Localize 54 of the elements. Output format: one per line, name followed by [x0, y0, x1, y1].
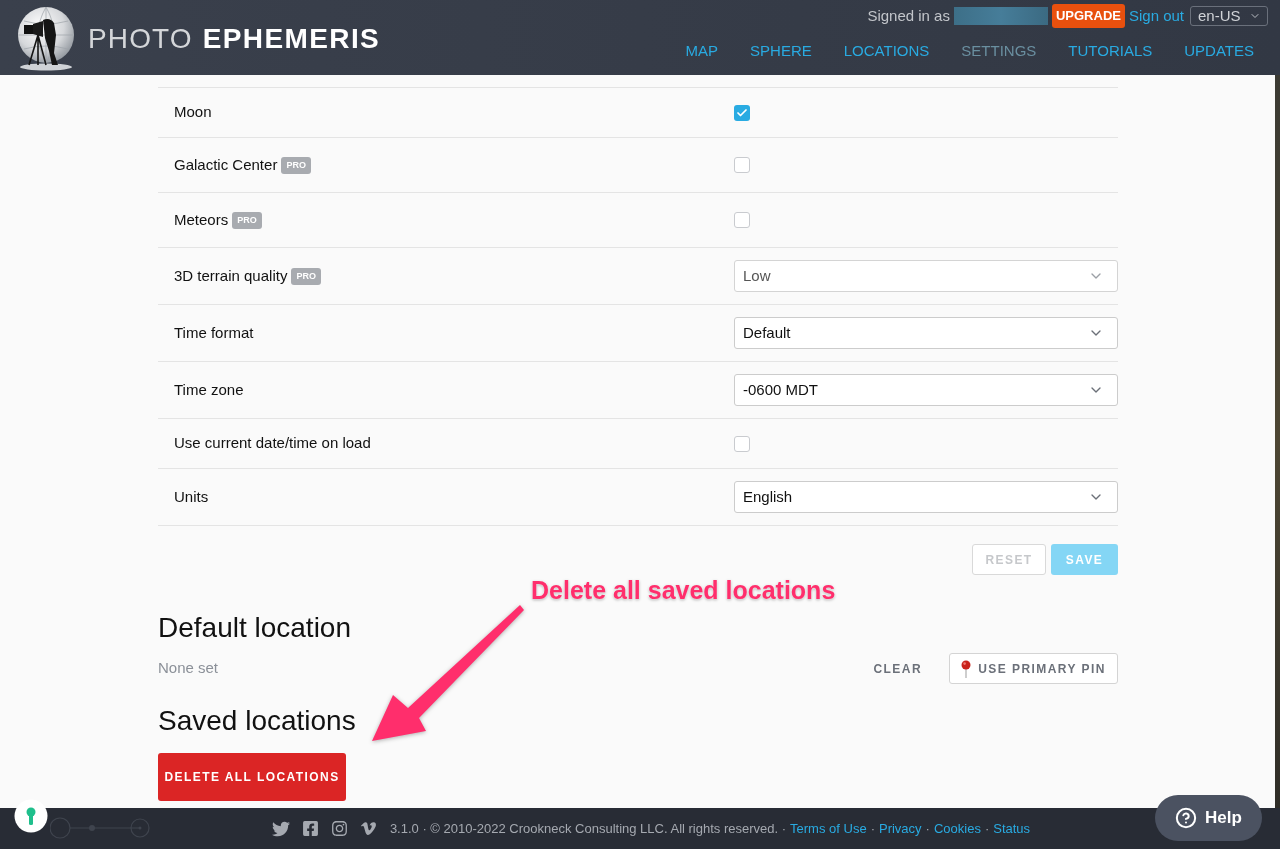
- setting-label: 3D terrain quality: [174, 265, 288, 286]
- pro-badge: PRO: [232, 211, 262, 229]
- dropdown-select[interactable]: Default: [734, 317, 1118, 349]
- nav-tab[interactable]: MAP: [685, 40, 719, 63]
- facebook-icon[interactable]: [301, 820, 319, 837]
- pro-badge: PRO: [281, 156, 311, 174]
- footer-text: ·: [925, 819, 930, 838]
- globe-camera-logo[interactable]: [16, 4, 76, 71]
- footer-link[interactable]: Cookies: [933, 818, 981, 839]
- section-heading: Default location: [158, 611, 351, 645]
- clear-button[interactable]: CLEAR: [871, 659, 924, 678]
- nav-tab[interactable]: UPDATES: [1184, 40, 1254, 63]
- upgrade-button[interactable]: UPGRADE: [1051, 4, 1125, 28]
- instagram-icon[interactable]: [330, 820, 348, 837]
- checkbox[interactable]: [734, 435, 750, 452]
- checkbox[interactable]: [734, 104, 750, 121]
- nav-tab[interactable]: TUTORIALS: [1068, 40, 1153, 63]
- twitter-icon[interactable]: [271, 819, 290, 838]
- setting-label: Units: [174, 486, 209, 507]
- help-button[interactable]: Help: [1155, 795, 1262, 841]
- setting-label: Meteors: [174, 209, 229, 230]
- language-select[interactable]: en-US: [1190, 6, 1268, 26]
- footer-link[interactable]: Status: [993, 818, 1031, 839]
- footer-link[interactable]: Privacy: [878, 818, 922, 839]
- logo-text: EPHEMERIS: [202, 21, 381, 56]
- setting-label: Use current date/time on load: [174, 433, 371, 454]
- setting-label: Moon: [174, 102, 212, 123]
- logo-text: PHOTO: [88, 21, 193, 56]
- section-heading: Saved locations: [158, 704, 356, 738]
- nav-tab[interactable]: SPHERE: [750, 40, 812, 63]
- signed-in-text: Signed in as: [867, 5, 950, 26]
- question-circle-icon: [1175, 807, 1198, 829]
- setting-label: Time zone: [174, 379, 244, 400]
- vimeo-icon[interactable]: [359, 820, 377, 837]
- delete-all-locations-button[interactable]: DELETE ALL LOCATIONS: [158, 753, 346, 801]
- pushpin-icon: [961, 659, 972, 678]
- footer-link[interactable]: Terms of Use: [790, 818, 867, 839]
- footer-text: ·: [984, 819, 990, 838]
- use-primary-pin-button[interactable]: USE PRIMARY PIN: [949, 653, 1118, 684]
- setting-label: Galactic Center: [174, 154, 278, 175]
- checkbox[interactable]: [734, 157, 750, 173]
- dropdown-select[interactable]: English: [734, 481, 1118, 513]
- checkbox[interactable]: [734, 212, 750, 228]
- checkmark-icon: [736, 106, 748, 119]
- footer-text: 3.1.0 · © 2010-2022 Crookneck Consulting LLC. All rights reserved. ·: [389, 819, 787, 838]
- dropdown-select[interactable]: -0600 MDT: [734, 374, 1118, 406]
- pro-badge: PRO: [291, 267, 321, 285]
- nav-tab[interactable]: LOCATIONS: [843, 40, 930, 63]
- nav-tab[interactable]: SETTINGS: [961, 40, 1037, 63]
- default-location-value: None set: [158, 658, 219, 679]
- sign-out-link[interactable]: Sign out: [1128, 4, 1184, 28]
- footer-text: ·: [870, 819, 875, 838]
- setting-label: Time format: [174, 322, 254, 343]
- annotation-text: Delete all saved locations: [531, 575, 836, 606]
